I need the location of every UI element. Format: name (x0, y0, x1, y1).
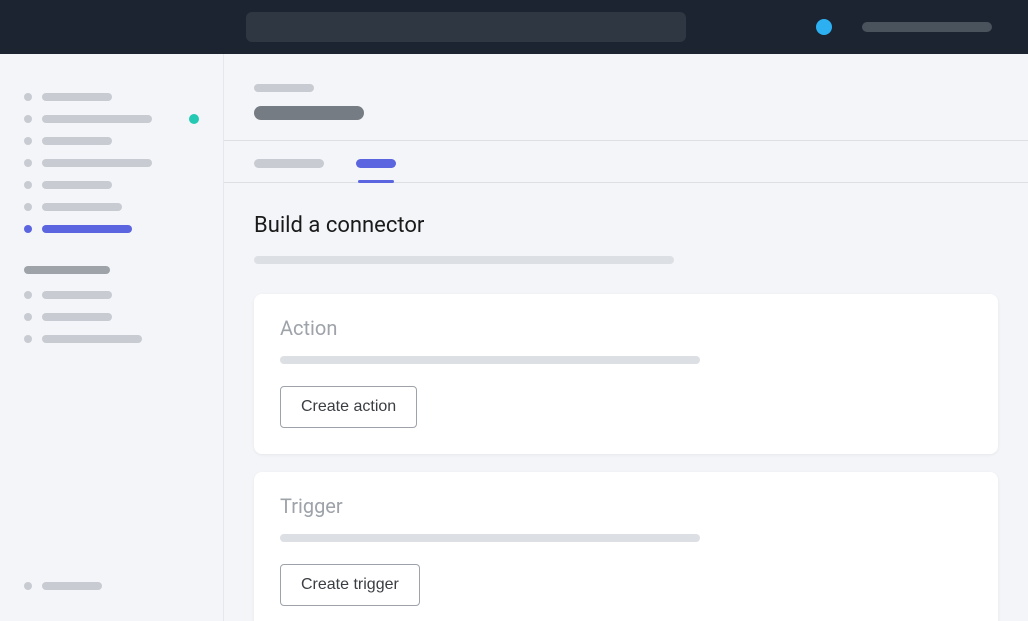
status-indicator-icon (189, 114, 199, 124)
sidebar-item[interactable] (0, 328, 223, 350)
sidebar-item-label (42, 335, 142, 343)
sidebar-item-label (42, 159, 152, 167)
action-card: Action Create action (254, 294, 998, 454)
sidebar-item[interactable] (0, 306, 223, 328)
sidebar-item-label (42, 582, 102, 590)
bullet-icon (24, 181, 32, 189)
sidebar-item-label (42, 115, 152, 123)
trigger-card: Trigger Create trigger (254, 472, 998, 621)
sidebar-bottom-item[interactable] (0, 575, 223, 597)
tab[interactable] (254, 159, 324, 182)
sidebar-item-label (42, 203, 122, 211)
sidebar-item-label (42, 93, 112, 101)
sidebar-item-label (42, 225, 132, 233)
sidebar-item[interactable] (0, 86, 223, 108)
create-action-button[interactable]: Create action (280, 386, 417, 428)
sidebar-item[interactable] (0, 284, 223, 306)
page-description (254, 256, 674, 264)
user-menu[interactable] (862, 22, 992, 32)
sidebar-item-label (42, 181, 112, 189)
card-description (280, 534, 700, 542)
sidebar-item[interactable] (0, 152, 223, 174)
sidebar-item-active[interactable] (0, 218, 223, 240)
search-input[interactable] (246, 12, 686, 42)
bullet-icon (24, 115, 32, 123)
tab-active[interactable] (356, 159, 396, 182)
breadcrumb (254, 84, 314, 92)
bullet-icon (24, 93, 32, 101)
notification-indicator[interactable] (816, 19, 832, 35)
top-bar (0, 0, 1028, 54)
bullet-icon (24, 203, 32, 211)
sidebar-item[interactable] (0, 108, 223, 130)
sidebar-item-label (42, 137, 112, 145)
header-title (254, 106, 364, 120)
bullet-icon (24, 225, 32, 233)
sidebar-item-label (42, 313, 112, 321)
bullet-icon (24, 137, 32, 145)
page-header (224, 54, 1028, 141)
sidebar-item[interactable] (0, 196, 223, 218)
card-title: Action (280, 316, 972, 340)
tabs (224, 141, 1028, 183)
sidebar (0, 54, 224, 621)
sidebar-item[interactable] (0, 174, 223, 196)
bullet-icon (24, 313, 32, 321)
bullet-icon (24, 335, 32, 343)
bullet-icon (24, 291, 32, 299)
bullet-icon (24, 582, 32, 590)
sidebar-section-header (0, 240, 223, 284)
sidebar-item[interactable] (0, 130, 223, 152)
page-title: Build a connector (254, 213, 998, 238)
create-trigger-button[interactable]: Create trigger (280, 564, 420, 606)
main-content: Build a connector Action Create action T… (224, 54, 1028, 621)
card-title: Trigger (280, 494, 972, 518)
sidebar-item-label (42, 291, 112, 299)
bullet-icon (24, 159, 32, 167)
card-description (280, 356, 700, 364)
